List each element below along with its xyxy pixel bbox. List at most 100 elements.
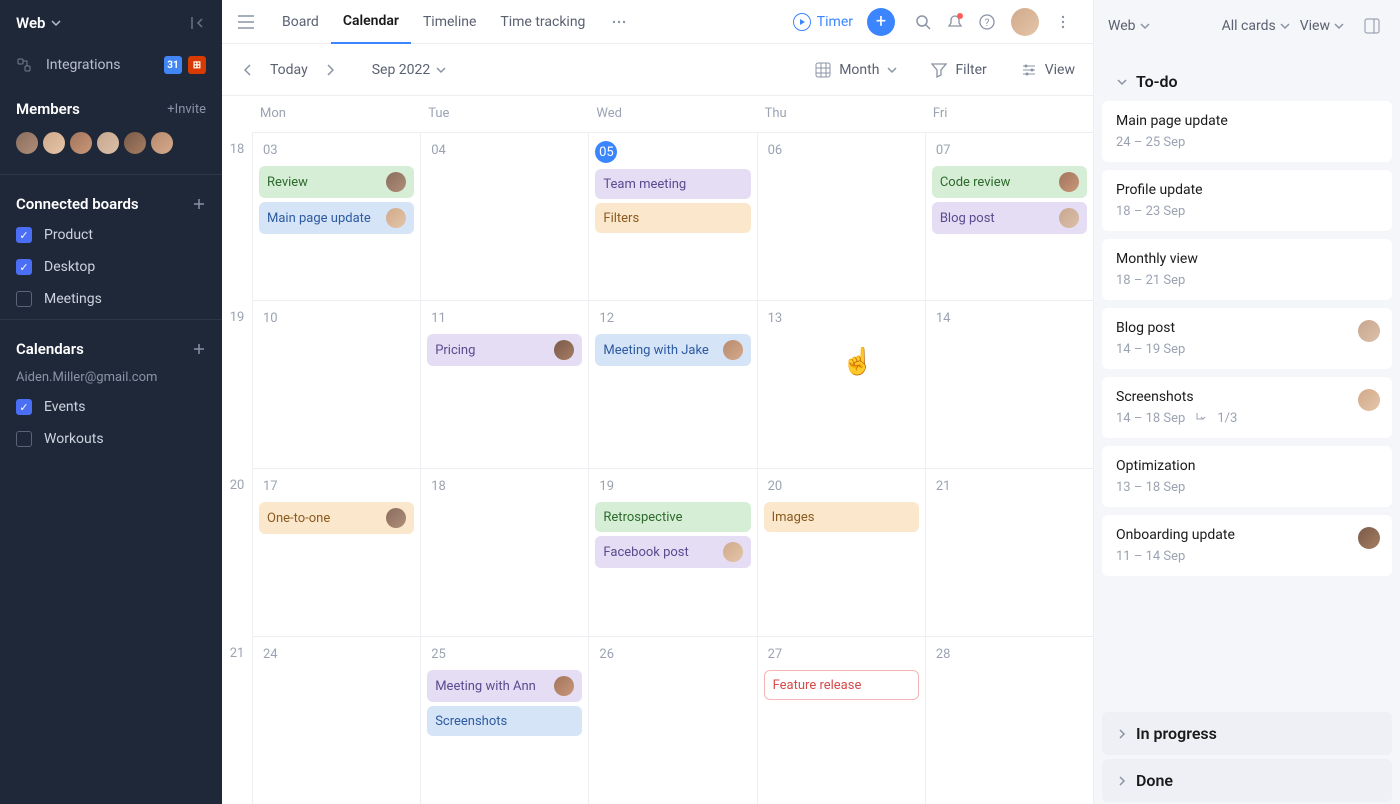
- avatar[interactable]: [68, 130, 94, 156]
- add-board-button[interactable]: [192, 197, 206, 211]
- sidebar-calendar-item[interactable]: Workouts: [0, 423, 222, 455]
- checkbox[interactable]: [16, 431, 32, 447]
- tab-timeline[interactable]: Timeline: [411, 0, 488, 44]
- today-button[interactable]: Today: [270, 62, 308, 78]
- notifications-icon[interactable]: [941, 8, 969, 36]
- calendar-event[interactable]: One-to-one: [259, 502, 414, 534]
- tab-calendar[interactable]: Calendar: [331, 0, 411, 44]
- calendar-day[interactable]: 20 Images: [757, 469, 925, 636]
- help-icon[interactable]: ?: [973, 8, 1001, 36]
- next-button[interactable]: [322, 60, 338, 80]
- panel-card[interactable]: Onboarding update 11 – 14 Sep: [1102, 515, 1392, 576]
- calendar-event[interactable]: Facebook post: [595, 536, 750, 568]
- calendar-day[interactable]: 12 Meeting with Jake: [588, 301, 756, 468]
- panel-card[interactable]: Optimization 13 – 18 Sep: [1102, 446, 1392, 507]
- checkbox[interactable]: [16, 291, 32, 307]
- panel-card[interactable]: Monthly view 18 – 21 Sep: [1102, 239, 1392, 300]
- calendar-event[interactable]: Team meeting: [595, 169, 750, 199]
- calendar-day[interactable]: 21: [925, 469, 1093, 636]
- sidebar-calendar-item[interactable]: Events: [0, 391, 222, 423]
- menu-icon[interactable]: [238, 15, 254, 29]
- calendar-event[interactable]: Screenshots: [427, 706, 582, 736]
- filter-button[interactable]: Filter: [931, 62, 986, 78]
- day-number: 17: [259, 477, 414, 496]
- avatar[interactable]: [122, 130, 148, 156]
- calendar-day[interactable]: 13 ☝: [757, 301, 925, 468]
- more-vertical-icon[interactable]: [1049, 8, 1077, 36]
- event-title: Meeting with Ann: [435, 679, 548, 694]
- avatar[interactable]: [95, 130, 121, 156]
- calendar-day[interactable]: 26: [588, 637, 756, 804]
- calendar-day[interactable]: 05 Team meetingFilters: [588, 133, 756, 300]
- collapse-panel-icon[interactable]: [1358, 12, 1386, 40]
- card-title: Screenshots: [1116, 389, 1378, 405]
- calendar-event[interactable]: Code review: [932, 166, 1087, 198]
- checkbox[interactable]: [16, 399, 32, 415]
- section-todo[interactable]: To-do: [1102, 54, 1392, 99]
- avatar[interactable]: [149, 130, 175, 156]
- sidebar-board-item[interactable]: Desktop: [0, 251, 222, 283]
- calendar-day[interactable]: 07 Code reviewBlog post: [925, 133, 1093, 300]
- calendar-event[interactable]: Meeting with Jake: [595, 334, 750, 366]
- google-calendar-icon[interactable]: 31: [164, 56, 182, 74]
- panel-card[interactable]: Screenshots 14 – 18 Sep 1/3: [1102, 377, 1392, 438]
- chevron-down-icon[interactable]: [51, 18, 61, 28]
- view-options-button[interactable]: View: [1021, 62, 1075, 78]
- calendar-day[interactable]: 17 One-to-one: [252, 469, 420, 636]
- calendar-day[interactable]: 11 Pricing: [420, 301, 588, 468]
- calendar-event[interactable]: Retrospective: [595, 502, 750, 532]
- panel-workspace-selector[interactable]: Web: [1108, 18, 1150, 34]
- tab-board[interactable]: Board: [270, 0, 331, 44]
- add-button[interactable]: +: [867, 8, 895, 36]
- calendar-day[interactable]: 10: [252, 301, 420, 468]
- checkbox[interactable]: [16, 259, 32, 275]
- calendar-day[interactable]: 18: [420, 469, 588, 636]
- calendar-day[interactable]: 28: [925, 637, 1093, 804]
- calendar-event[interactable]: Meeting with Ann: [427, 670, 582, 702]
- collapse-sidebar-icon[interactable]: [190, 16, 206, 30]
- user-avatar[interactable]: [1011, 8, 1039, 36]
- calendar-event[interactable]: Main page update: [259, 202, 414, 234]
- avatar: [1358, 527, 1380, 549]
- more-icon[interactable]: [605, 8, 633, 36]
- panel-filter-selector[interactable]: All cards: [1222, 18, 1290, 34]
- calendar-day[interactable]: 24: [252, 637, 420, 804]
- panel-view-selector[interactable]: View: [1300, 18, 1344, 34]
- workspace-name[interactable]: Web: [16, 14, 45, 32]
- calendar-event[interactable]: Feature release: [764, 670, 919, 700]
- calendar-day[interactable]: 06: [757, 133, 925, 300]
- avatar[interactable]: [41, 130, 67, 156]
- panel-card[interactable]: Blog post 14 – 19 Sep: [1102, 308, 1392, 369]
- sidebar-integrations[interactable]: Integrations 31 ⊞: [0, 46, 222, 84]
- section-in-progress[interactable]: In progress: [1102, 712, 1392, 755]
- day-number: 12: [595, 309, 750, 328]
- panel-card[interactable]: Profile update 18 – 23 Sep: [1102, 170, 1392, 231]
- calendar-day[interactable]: 14: [925, 301, 1093, 468]
- tab-time-tracking[interactable]: Time tracking: [488, 0, 597, 44]
- section-done[interactable]: Done: [1102, 759, 1392, 802]
- calendar-event[interactable]: Review: [259, 166, 414, 198]
- calendar-email: Aiden.Miller@gmail.com: [0, 364, 222, 391]
- sidebar-board-item[interactable]: Meetings: [0, 283, 222, 315]
- calendar-day[interactable]: 04: [420, 133, 588, 300]
- calendar-day[interactable]: 19 RetrospectiveFacebook post: [588, 469, 756, 636]
- calendar-day[interactable]: 27 Feature release: [757, 637, 925, 804]
- office-icon[interactable]: ⊞: [188, 56, 206, 74]
- sidebar-board-item[interactable]: Product: [0, 219, 222, 251]
- invite-button[interactable]: +Invite: [167, 102, 206, 117]
- calendar-day[interactable]: 25 Meeting with AnnScreenshots: [420, 637, 588, 804]
- view-mode-selector[interactable]: Month: [815, 62, 897, 78]
- checkbox[interactable]: [16, 227, 32, 243]
- calendar-day[interactable]: 03 ReviewMain page update: [252, 133, 420, 300]
- prev-button[interactable]: [240, 60, 256, 80]
- avatar[interactable]: [14, 130, 40, 156]
- calendar-event[interactable]: Blog post: [932, 202, 1087, 234]
- search-icon[interactable]: [909, 8, 937, 36]
- timer-button[interactable]: Timer: [793, 13, 853, 31]
- period-selector[interactable]: Sep 2022: [372, 62, 447, 78]
- calendar-event[interactable]: Pricing: [427, 334, 582, 366]
- panel-card[interactable]: Main page update 24 – 25 Sep: [1102, 101, 1392, 162]
- calendar-event[interactable]: Filters: [595, 203, 750, 233]
- calendar-event[interactable]: Images: [764, 502, 919, 532]
- add-calendar-button[interactable]: [192, 342, 206, 356]
